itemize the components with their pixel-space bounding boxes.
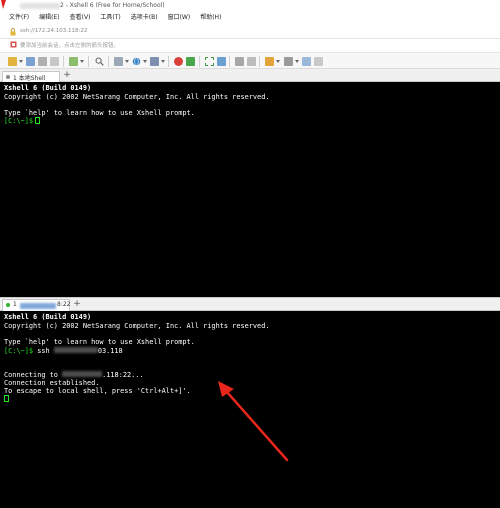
chat-icon[interactable] [314, 57, 323, 66]
new-session-icon[interactable] [8, 57, 17, 66]
address-value[interactable]: ssh://172.24.103.118:22 [20, 28, 87, 34]
lock-icon [10, 28, 16, 36]
keyboard-icon[interactable] [235, 57, 244, 66]
disconnect-icon[interactable] [50, 57, 59, 66]
chevron-down-icon[interactable] [295, 60, 299, 63]
tab-status-dot [6, 303, 10, 307]
command-arg: 03.118 [97, 347, 123, 355]
menu-help[interactable]: 帮助(H) [200, 12, 221, 24]
tab-ssh-session[interactable]: 1 8:22 [2, 299, 70, 311]
chevron-down-icon[interactable] [276, 60, 280, 63]
tab-bar-bottom: 1 8:22 + [0, 297, 500, 311]
toolbar-divider [168, 56, 169, 67]
blurred-host [20, 303, 56, 309]
terminal-copyright: Copyright (c) 2002 NetSarang Computer, I… [4, 93, 270, 101]
toolbar [0, 52, 500, 69]
help-icon[interactable] [302, 57, 311, 66]
print-icon[interactable] [114, 57, 123, 66]
tab-bar-top: 1 本地Shell + [0, 69, 500, 82]
chevron-down-icon[interactable] [19, 60, 23, 63]
search-icon[interactable] [95, 57, 104, 66]
tab-local-shell[interactable]: 1 本地Shell [2, 71, 60, 82]
command-name: ssh [37, 347, 50, 355]
window-title: 2 - Xshell 6 (Free for Home/School) [60, 2, 165, 9]
script-icon[interactable] [265, 57, 274, 66]
window-layout-icon[interactable] [284, 57, 293, 66]
layout-icon[interactable] [217, 57, 226, 66]
menu-bar: 文件(F) 编辑(E) 查看(V) 工具(T) 选项卡(B) 窗口(W) 帮助(… [0, 12, 500, 24]
xftp-icon[interactable] [174, 57, 183, 66]
terminal-banner: Xshell 6 (Build 0149) [4, 313, 92, 321]
tab-suffix: 8:22 [57, 301, 71, 308]
terminal-prompt-line: [C:\~]$ [4, 117, 41, 125]
tab-number: 1 [13, 301, 17, 308]
address-bar[interactable]: ssh://172.24.103.118:22 [0, 25, 500, 39]
terminal-pane-top[interactable]: Xshell 6 (Build 0149) Copyright (c) 2002… [0, 82, 500, 297]
menu-tools[interactable]: 工具(T) [100, 12, 120, 24]
terminal-pane-bottom[interactable]: Xshell 6 (Build 0149) Copyright (c) 2002… [0, 311, 500, 508]
terminal-banner: Xshell 6 (Build 0149) [4, 84, 92, 92]
terminal-help-hint: Type `help' to learn how to use Xshell p… [4, 109, 195, 117]
terminal-command-line: [C:\~]$ ssh 03.118 [4, 347, 123, 355]
toolbar-divider [63, 56, 64, 67]
blurred-session-name [20, 3, 60, 9]
chevron-down-icon[interactable] [80, 60, 84, 63]
menu-file[interactable]: 文件(F) [9, 12, 29, 24]
terminal-cursor-line [4, 395, 9, 403]
chevron-down-icon[interactable] [161, 60, 165, 63]
add-tab-button[interactable]: + [72, 299, 82, 309]
toolbar-divider [88, 56, 89, 67]
terminal-connecting: Connecting to .118:22... [4, 371, 144, 379]
toolbar-divider [229, 56, 230, 67]
terminal-help-hint: Type `help' to learn how to use Xshell p… [4, 338, 195, 346]
hint-bar: 要添加当前会话，点击左侧的箭头按钮。 [0, 39, 500, 51]
chevron-down-icon[interactable] [143, 60, 147, 63]
xshell-app-icon [1, 0, 6, 9]
toolbar-divider [259, 56, 260, 67]
add-tab-button[interactable]: + [62, 70, 72, 80]
globe-icon[interactable] [132, 57, 141, 66]
prompt: [C:\~]$ [4, 117, 34, 125]
terminal-escape-hint: To escape to local shell, press 'Ctrl+Al… [4, 387, 191, 395]
tab-label: 1 本地Shell [13, 75, 46, 82]
terminal-cursor [4, 395, 9, 402]
hint-text: 要添加当前会话，点击左侧的箭头按钮。 [20, 43, 120, 49]
menu-edit[interactable]: 编辑(E) [39, 12, 59, 24]
lock-screen-icon[interactable] [247, 57, 256, 66]
blurred-ip [53, 347, 98, 353]
transfer-icon[interactable] [150, 57, 159, 66]
blurred-ip [62, 371, 103, 377]
properties-icon[interactable] [69, 57, 78, 66]
connecting-target: .118:22... [102, 371, 144, 379]
connecting-text: Connecting to [4, 371, 58, 379]
open-folder-icon[interactable] [26, 57, 35, 66]
terminal-established: Connection established. [4, 379, 100, 387]
chevron-down-icon[interactable] [125, 60, 129, 63]
tab-status-dot [6, 75, 10, 79]
bookmark-icon [10, 41, 17, 48]
terminal-copyright: Copyright (c) 2002 NetSarang Computer, I… [4, 322, 270, 330]
prompt: [C:\~]$ [4, 347, 34, 355]
terminal-cursor [35, 117, 41, 124]
menu-tabs[interactable]: 选项卡(B) [131, 12, 158, 24]
toolbar-divider [199, 56, 200, 67]
menu-view[interactable]: 查看(V) [70, 12, 91, 24]
toolbar-divider [108, 56, 109, 67]
xshell-icon[interactable] [186, 57, 195, 66]
menu-window[interactable]: 窗口(W) [168, 12, 191, 24]
fullscreen-icon[interactable] [205, 57, 214, 66]
title-bar: 2 - Xshell 6 (Free for Home/School) [0, 0, 500, 12]
connect-icon[interactable] [38, 57, 47, 66]
